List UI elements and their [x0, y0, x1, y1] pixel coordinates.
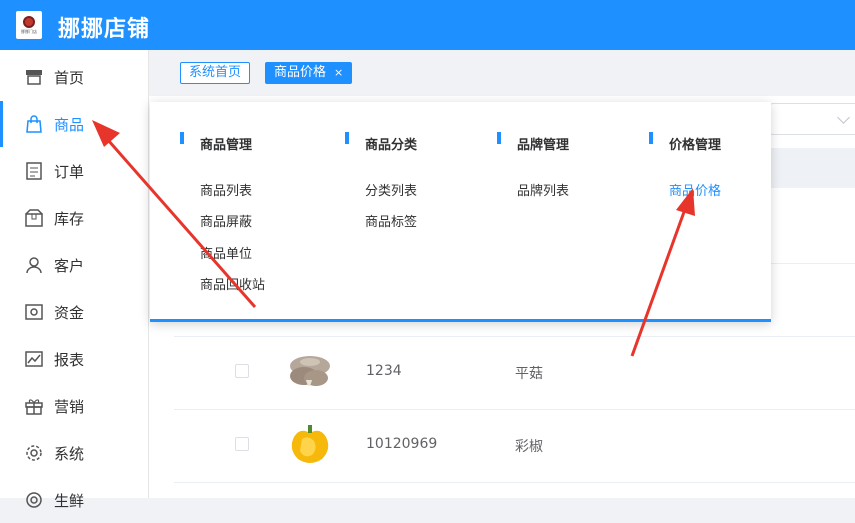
- product-code: 1234: [366, 363, 402, 379]
- tab-home[interactable]: 系统首页: [180, 62, 251, 84]
- order-icon: [24, 161, 44, 181]
- sidebar-item-goods[interactable]: 商品: [0, 101, 148, 147]
- brand-logo[interactable]: 挪挪门店: [16, 11, 42, 39]
- group-title-product-management: 商品管理: [200, 138, 253, 153]
- sidebar-item-label: 营销: [54, 397, 85, 416]
- sidebar-item-reports[interactable]: 报表: [0, 336, 148, 382]
- top-header: 挪挪门店 挪挪店铺: [0, 0, 855, 50]
- money-icon: [24, 302, 44, 322]
- product-code: 10120969: [366, 436, 438, 452]
- sidebar-item-funds[interactable]: 资金: [0, 289, 148, 335]
- filter-select[interactable]: [769, 103, 855, 135]
- fresh-icon: [24, 490, 44, 510]
- sidebar-item-home[interactable]: 首页: [0, 54, 148, 100]
- group-marker: [649, 132, 653, 144]
- tabs-bar: 系统首页 商品价格 ×: [149, 50, 855, 96]
- menu-link-category-list[interactable]: 分类列表: [365, 180, 417, 199]
- group-title-brand: 品牌管理: [517, 138, 570, 153]
- bag-icon: [24, 114, 44, 134]
- sidebar-item-customers[interactable]: 客户: [0, 242, 148, 288]
- sidebar-item-label: 库存: [54, 209, 85, 228]
- sidebar-item-system[interactable]: 系统: [0, 430, 148, 476]
- group-title-category: 商品分类: [365, 138, 418, 153]
- tab-product-price[interactable]: 商品价格 ×: [265, 62, 353, 84]
- menu-link-brand-list[interactable]: 品牌列表: [517, 180, 569, 199]
- product-image-yellow-pepper: [284, 419, 336, 471]
- tab-label: 商品价格: [274, 65, 327, 80]
- menu-link-product-recycle-bin[interactable]: 商品回收站: [200, 274, 265, 293]
- sidebar-item-label: 客户: [54, 256, 85, 275]
- sidebar-item-label: 报表: [54, 350, 85, 369]
- logo-mark-icon: [23, 16, 35, 28]
- table-row: 10120969 彩椒: [174, 409, 855, 483]
- sidebar-item-orders[interactable]: 订单: [0, 148, 148, 194]
- group-marker: [345, 132, 349, 144]
- menu-link-product-block[interactable]: 商品屏蔽: [200, 211, 252, 230]
- product-name: 彩椒: [515, 439, 543, 455]
- menu-link-product-list[interactable]: 商品列表: [200, 180, 252, 199]
- sidebar-item-label: 资金: [54, 303, 85, 322]
- group-title-price: 价格管理: [669, 138, 722, 153]
- table-row: 1234 平菇: [174, 336, 855, 410]
- chart-icon: [24, 349, 44, 369]
- sidebar-item-label: 首页: [54, 68, 85, 87]
- shop-icon: [24, 67, 44, 87]
- group-marker: [497, 132, 501, 144]
- goods-menu-panel: 商品管理 商品列表 商品屏蔽 商品单位 商品回收站 商品分类 分类列表 商品标签…: [150, 102, 771, 322]
- menu-link-product-tags[interactable]: 商品标签: [365, 211, 417, 230]
- sidebar-item-marketing[interactable]: 营销: [0, 383, 148, 429]
- row-checkbox[interactable]: [235, 437, 249, 451]
- box-icon: [24, 208, 44, 228]
- user-icon: [24, 255, 44, 275]
- menu-link-product-price[interactable]: 商品价格: [669, 180, 721, 199]
- sidebar-item-stock[interactable]: 库存: [0, 195, 148, 241]
- sidebar-item-label: 生鲜: [54, 491, 85, 510]
- tab-label: 系统首页: [189, 65, 242, 80]
- sidebar-item-label: 商品: [54, 115, 85, 134]
- close-icon[interactable]: ×: [334, 66, 343, 79]
- logo-text: 挪挪门店: [21, 29, 37, 34]
- row-checkbox[interactable]: [235, 364, 249, 378]
- gift-icon: [24, 396, 44, 416]
- sidebar-item-label: 系统: [54, 444, 85, 463]
- sidebar-item-fresh[interactable]: 生鲜: [0, 477, 148, 523]
- product-name: 平菇: [515, 366, 543, 382]
- group-marker: [180, 132, 184, 144]
- app-title: 挪挪店铺: [58, 17, 151, 42]
- product-image-oyster-mushroom: [284, 346, 336, 398]
- menu-link-product-unit[interactable]: 商品单位: [200, 243, 252, 262]
- chevron-down-icon: [837, 111, 850, 124]
- sidebar-item-label: 订单: [54, 162, 85, 181]
- gear-icon: [24, 443, 44, 463]
- sidebar: 首页 商品 订单 库存 客户 资金 报表 营销 系统 生鲜: [0, 50, 149, 510]
